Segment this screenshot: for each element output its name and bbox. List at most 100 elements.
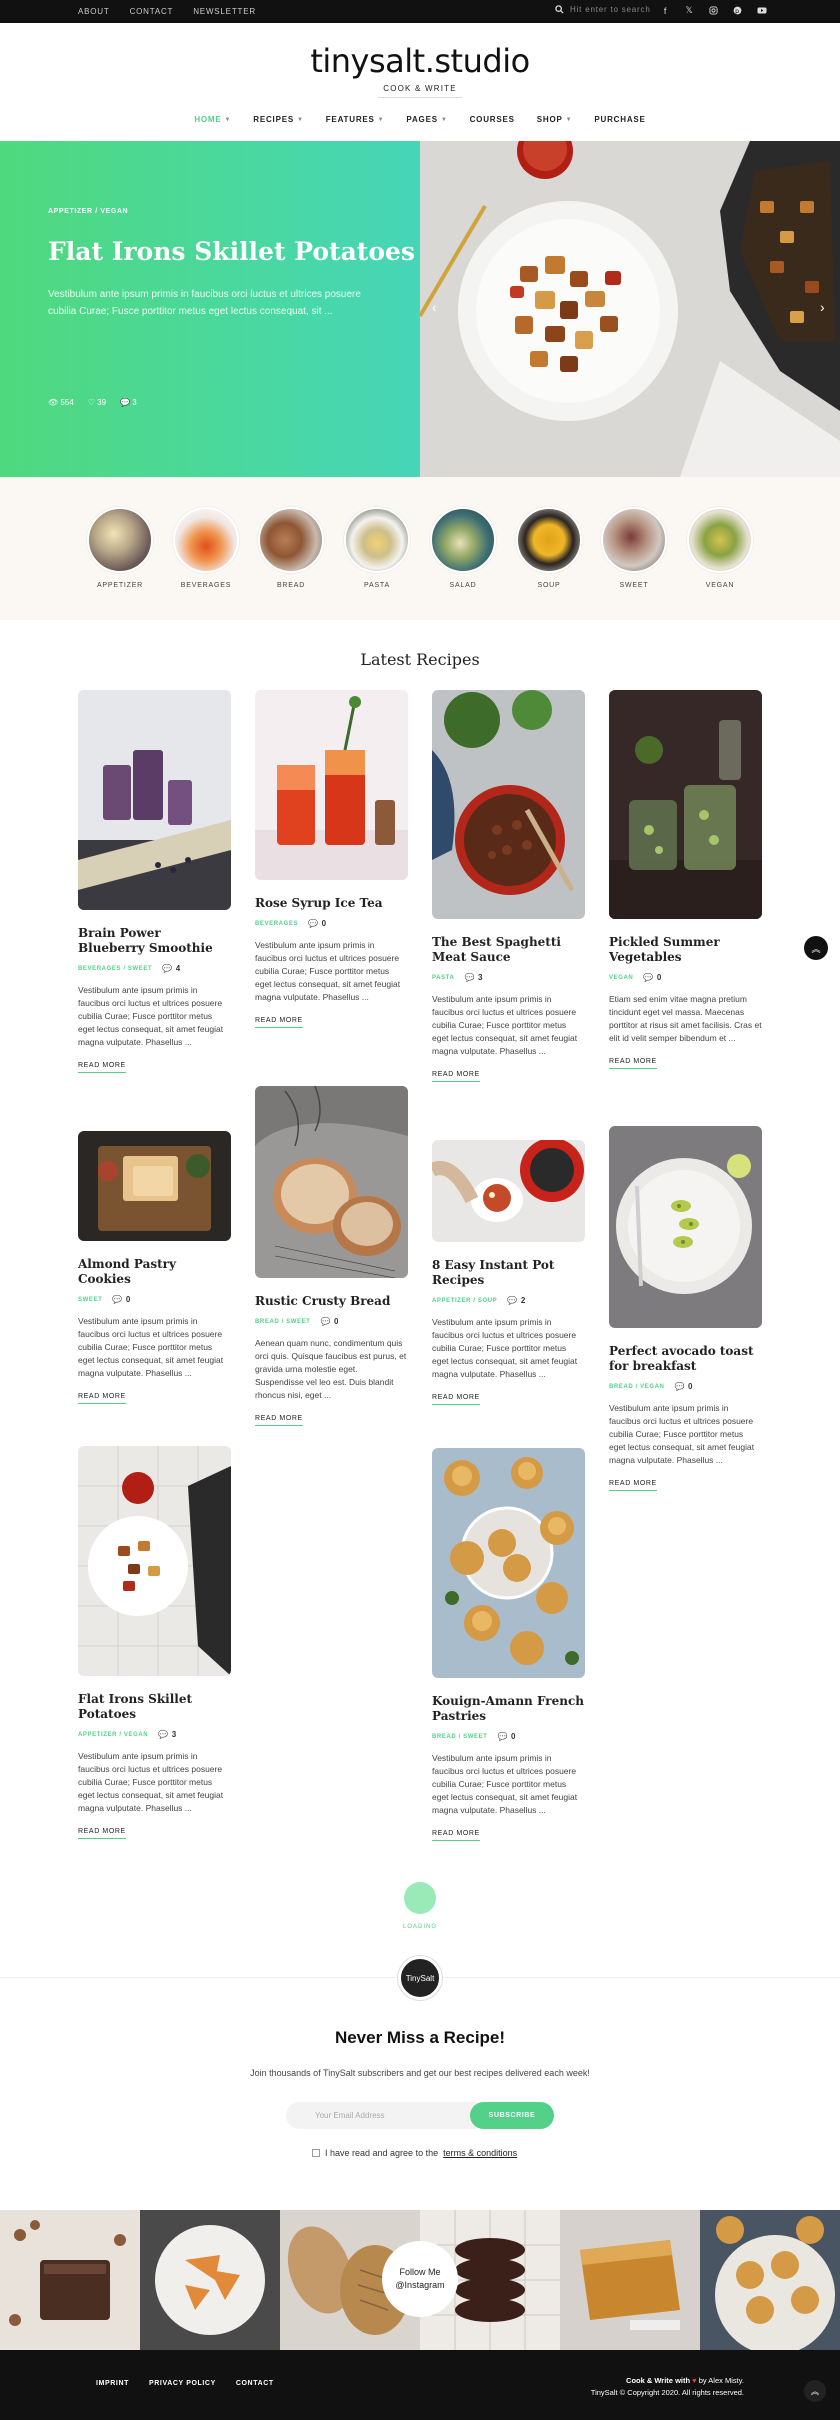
category-bread[interactable]: BREAD <box>256 507 326 589</box>
read-more-link[interactable]: READ MORE <box>255 1017 303 1028</box>
instagram-photo[interactable] <box>140 2210 280 2350</box>
category-appetizer[interactable]: APPETIZER <box>85 507 155 589</box>
recipe-image[interactable] <box>432 690 585 919</box>
recipe-image[interactable] <box>255 1086 408 1278</box>
recipe-image[interactable] <box>609 1126 762 1328</box>
read-more-link[interactable]: READ MORE <box>609 1480 657 1491</box>
hero-category[interactable]: APPETIZER / VEGAN <box>48 208 128 215</box>
top-link-contact[interactable]: CONTACT <box>130 7 174 16</box>
category-beverages[interactable]: BEVERAGES <box>171 507 241 589</box>
top-link-newsletter[interactable]: NEWSLETTER <box>193 7 256 16</box>
likes-count[interactable]: ♡ 39 <box>88 398 106 407</box>
recipe-title[interactable]: Kouign-Amann French Pastries <box>432 1694 585 1724</box>
recipe-category[interactable]: BREAD / SWEET <box>432 1734 487 1740</box>
read-more-link[interactable]: READ MORE <box>609 1058 657 1069</box>
category-vegan[interactable]: VEGAN <box>685 507 755 589</box>
category-pasta[interactable]: PASTA <box>342 507 412 589</box>
top-link-about[interactable]: ABOUT <box>78 7 110 16</box>
recipe-category[interactable]: APPETIZER / SOUP <box>432 1298 497 1304</box>
recipe-title[interactable]: 8 Easy Instant Pot Recipes <box>432 1258 585 1288</box>
read-more-link[interactable]: READ MORE <box>432 1394 480 1405</box>
recipe-category[interactable]: BEVERAGES <box>255 921 298 927</box>
nav-item-courses[interactable]: COURSES <box>470 115 515 124</box>
recipe-image[interactable] <box>78 1446 231 1676</box>
read-more-link[interactable]: READ MORE <box>78 1062 126 1073</box>
nav-item-recipes[interactable]: RECIPES ▼ <box>253 115 303 124</box>
recipe-image[interactable] <box>78 1131 231 1241</box>
recipe-title[interactable]: Rustic Crusty Bread <box>255 1294 408 1309</box>
slider-next-arrow[interactable]: › <box>820 299 825 315</box>
footer-link-imprint[interactable]: IMPRINT <box>96 2380 129 2387</box>
footer-link-privacy[interactable]: PRIVACY POLICY <box>149 2380 216 2387</box>
recipe-category[interactable]: APPETIZER / VEGAN <box>78 1732 148 1738</box>
footer-link-contact[interactable]: CONTACT <box>236 2380 274 2387</box>
back-to-top-button[interactable]: ︽ <box>804 2380 826 2402</box>
comment-count[interactable]: 💬 0 <box>308 919 327 928</box>
recipe-category[interactable]: VEGAN <box>609 975 633 981</box>
subscribe-button[interactable]: SUBSCRIBE <box>470 2102 554 2129</box>
recipe-image[interactable] <box>609 690 762 919</box>
comment-count[interactable]: 💬 0 <box>112 1295 131 1304</box>
recipe-title[interactable]: The Best Spaghetti Meat Sauce <box>432 935 585 965</box>
nav-item-purchase[interactable]: PURCHASE <box>594 115 645 124</box>
search-input[interactable]: Hit enter to search <box>570 5 651 14</box>
twitter-icon[interactable]: 𝕏 <box>684 5 695 16</box>
instagram-follow-button[interactable]: Follow Me @Instagram <box>382 2241 458 2317</box>
read-more-link[interactable]: READ MORE <box>78 1393 126 1404</box>
comments-count[interactable]: 💬 3 <box>120 398 137 407</box>
recipe-title[interactable]: Perfect avocado toast for breakfast <box>609 1344 762 1374</box>
nav-item-pages[interactable]: PAGES ▼ <box>406 115 447 124</box>
recipe-category[interactable]: PASTA <box>432 975 454 981</box>
recipe-image[interactable] <box>78 690 231 910</box>
read-more-link[interactable]: READ MORE <box>432 1830 480 1841</box>
category-soup[interactable]: SOUP <box>514 507 584 589</box>
comment-count[interactable]: 💬 2 <box>507 1296 526 1305</box>
recipe-category[interactable]: BEVERAGES / SWEET <box>78 966 152 972</box>
recipe-category[interactable]: BREAD / VEGAN <box>609 1384 664 1390</box>
recipe-title[interactable]: Flat Irons Skillet Potatoes <box>78 1692 231 1722</box>
terms-link[interactable]: terms & conditions <box>443 2148 517 2158</box>
facebook-icon[interactable]: f <box>660 5 671 16</box>
pinterest-icon[interactable]: p <box>732 5 743 16</box>
recipe-card: The Best Spaghetti Meat Sauce PASTA 💬 3 Ve… <box>432 690 585 1082</box>
recipe-title[interactable]: Pickled Summer Vegetables <box>609 935 762 965</box>
comment-count[interactable]: 💬 0 <box>320 1317 339 1326</box>
slider-prev-arrow[interactable]: ‹ <box>432 299 437 315</box>
top-search[interactable]: Hit enter to search <box>555 5 651 14</box>
instagram-photo[interactable] <box>700 2210 840 2350</box>
recipe-title[interactable]: Brain Power Blueberry Smoothie <box>78 926 231 956</box>
scroll-up-button[interactable]: ︽ <box>804 936 828 960</box>
nav-item-shop[interactable]: SHOP ▼ <box>537 115 573 124</box>
hero-title[interactable]: Flat Irons Skillet Potatoes <box>48 237 415 266</box>
instagram-icon[interactable] <box>708 5 719 16</box>
comment-count[interactable]: 💬 0 <box>497 1732 516 1741</box>
category-salad[interactable]: SALAD <box>428 507 498 589</box>
comment-count[interactable]: 💬 3 <box>464 973 483 982</box>
email-input[interactable]: Your Email Address <box>286 2102 486 2129</box>
read-more-link[interactable]: READ MORE <box>255 1415 303 1426</box>
recipe-image[interactable] <box>255 690 408 880</box>
comment-count[interactable]: 💬 0 <box>643 973 662 982</box>
recipe-category[interactable]: BREAD / SWEET <box>255 1319 310 1325</box>
site-logo[interactable]: tinysalt.studio <box>0 42 840 80</box>
youtube-icon[interactable] <box>756 5 767 16</box>
recipe-title[interactable]: Almond Pastry Cookies <box>78 1257 231 1287</box>
credit-author[interactable]: by Alex Misty. <box>699 2376 744 2385</box>
instagram-photo[interactable] <box>0 2210 140 2350</box>
nav-item-home[interactable]: HOME ▼ <box>194 115 231 124</box>
read-more-link[interactable]: READ MORE <box>78 1828 126 1839</box>
recipe-image[interactable] <box>432 1140 585 1242</box>
nav-item-features[interactable]: FEATURES ▼ <box>326 115 385 124</box>
hero-image[interactable]: ‹ › <box>420 141 840 477</box>
recipe-image[interactable] <box>432 1448 585 1678</box>
recipe-title[interactable]: Rose Syrup Ice Tea <box>255 896 408 911</box>
terms-checkbox[interactable] <box>312 2149 320 2157</box>
comment-count[interactable]: 💬 3 <box>158 1730 177 1739</box>
category-sweet[interactable]: SWEET <box>599 507 669 589</box>
read-more-link[interactable]: READ MORE <box>432 1071 480 1082</box>
recipe-category[interactable]: SWEET <box>78 1297 102 1303</box>
instagram-photo[interactable] <box>560 2210 700 2350</box>
comment-count[interactable]: 💬 4 <box>162 964 181 973</box>
hero-panel[interactable]: APPETIZER / VEGAN Flat Irons Skillet Pot… <box>0 141 420 477</box>
comment-count[interactable]: 💬 0 <box>674 1382 693 1391</box>
